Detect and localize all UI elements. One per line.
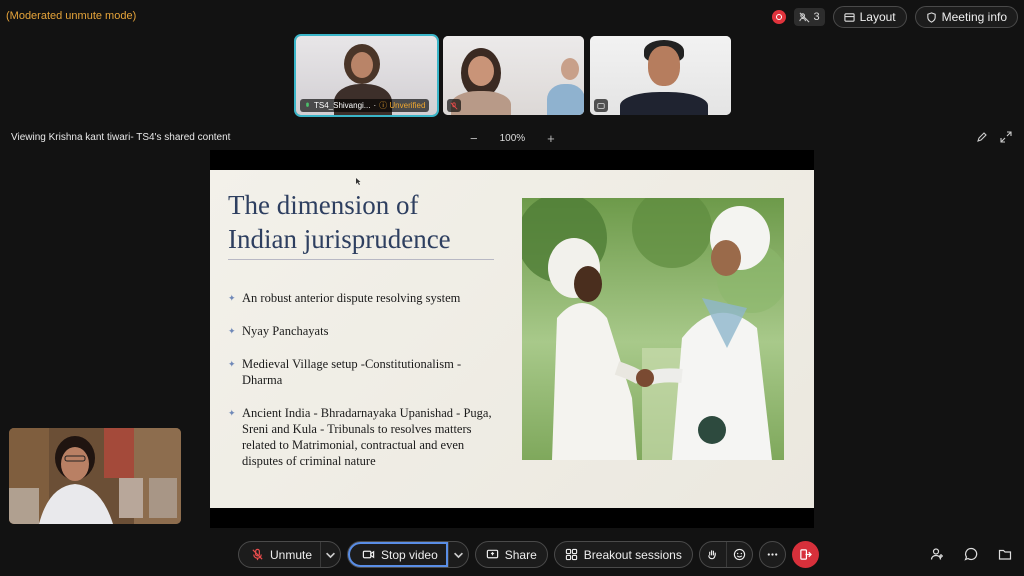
moderated-unmute-mode-label: (Moderated unmute mode) (6, 10, 137, 22)
more-options-button[interactable] (758, 541, 786, 568)
meeting-info-label: Meeting info (941, 10, 1007, 24)
layout-button[interactable]: Layout (832, 6, 907, 28)
slide-title: The dimension of Indian jurisprudence (228, 190, 451, 254)
share-tools (976, 131, 1012, 143)
participants-icon[interactable] (930, 547, 944, 561)
participant-thumbnail[interactable] (590, 36, 731, 115)
video-options-chevron-down-icon[interactable] (447, 542, 468, 567)
participant-name: TS4_Shivangi... (314, 101, 371, 110)
shield-icon (926, 11, 936, 23)
participant-thumbnails: TS4_Shivangi... · ⓘ Unverified (294, 34, 731, 117)
screen-share-icon (594, 99, 608, 112)
self-view-image (9, 428, 181, 524)
reactions-group (698, 541, 753, 568)
unmute-label: Unmute (270, 547, 313, 562)
stop-video-label: Stop video (381, 547, 438, 562)
slide-bullet: An robust anterior dispute resolving sys… (228, 290, 500, 306)
participants-count-badge[interactable]: 3 (794, 8, 825, 26)
muted-microphone-icon (447, 99, 461, 112)
participant-thumbnail[interactable]: TS4_Shivangi... · ⓘ Unverified (294, 34, 439, 117)
meeting-controls: Unmute Stop video Share Breakout session… (238, 541, 819, 568)
participant-thumbnail[interactable] (443, 36, 584, 115)
slide-bullet: Ancient India - Bhradarnayaka Upanishad … (228, 405, 500, 469)
leave-icon (800, 549, 812, 560)
share-screen-icon (486, 549, 498, 559)
shared-content-view[interactable]: The dimension of Indian jurisprudence An… (210, 150, 814, 528)
slide-photo (522, 198, 784, 460)
meeting-info-button[interactable]: Meeting info (914, 6, 1018, 28)
layout-icon (843, 12, 855, 22)
audio-options-chevron-down-icon[interactable] (320, 542, 340, 567)
participants-count: 3 (813, 11, 820, 23)
files-icon[interactable] (998, 547, 1012, 561)
participant-name-tag: TS4_Shivangi... · ⓘ Unverified (300, 99, 430, 112)
share-label: Share (504, 547, 537, 562)
self-view-video[interactable] (9, 428, 181, 524)
muted-microphone-icon (252, 548, 263, 561)
video-camera-icon (362, 550, 375, 559)
raise-hand-icon (708, 550, 717, 560)
reactions-button[interactable] (725, 542, 752, 567)
share-button[interactable]: Share (474, 541, 548, 568)
breakout-sessions-label: Breakout sessions (583, 547, 682, 562)
shared-content-title: Viewing Krishna kant tiwari- TS4's share… (11, 132, 231, 143)
zoom-level: 100% (499, 133, 526, 144)
zoom-in-button[interactable]: + (547, 131, 555, 146)
zoom-control: − 100% + (470, 131, 555, 146)
unmute-button[interactable]: Unmute (239, 542, 320, 567)
leave-meeting-button[interactable] (791, 541, 819, 568)
smiley-icon (733, 548, 746, 561)
top-right-toolbar: 3 Layout Meeting info (772, 6, 1018, 28)
handshake-illustration (522, 198, 784, 460)
recording-icon[interactable] (772, 10, 787, 24)
zoom-out-button[interactable]: − (470, 131, 478, 146)
stop-video-button[interactable]: Stop video (348, 542, 448, 567)
breakout-sessions-button[interactable]: Breakout sessions (553, 541, 693, 568)
layout-label: Layout (859, 10, 896, 24)
mouse-cursor-icon (356, 178, 361, 185)
slide-bullet: Medieval Village setup -Constitutionalis… (228, 356, 500, 388)
chat-icon[interactable] (964, 547, 978, 561)
side-panel-toggles (930, 547, 1012, 561)
unverified-badge: ⓘ Unverified (379, 101, 426, 110)
slide-bullet-list: An robust anterior dispute resolving sys… (228, 290, 500, 486)
microphone-icon (306, 102, 309, 107)
fullscreen-icon[interactable] (1000, 131, 1012, 143)
slide-bullet: Nyay Panchayats (228, 323, 500, 339)
presentation-slide: The dimension of Indian jurisprudence An… (210, 170, 814, 508)
unmute-control: Unmute (238, 541, 342, 568)
raise-hand-button[interactable] (700, 542, 726, 567)
video-control: Stop video (347, 541, 469, 568)
annotate-icon[interactable] (976, 131, 988, 143)
participants-hidden-icon (799, 12, 810, 22)
breakout-icon (565, 548, 577, 561)
title-divider (228, 259, 494, 260)
more-options-icon (767, 553, 778, 556)
